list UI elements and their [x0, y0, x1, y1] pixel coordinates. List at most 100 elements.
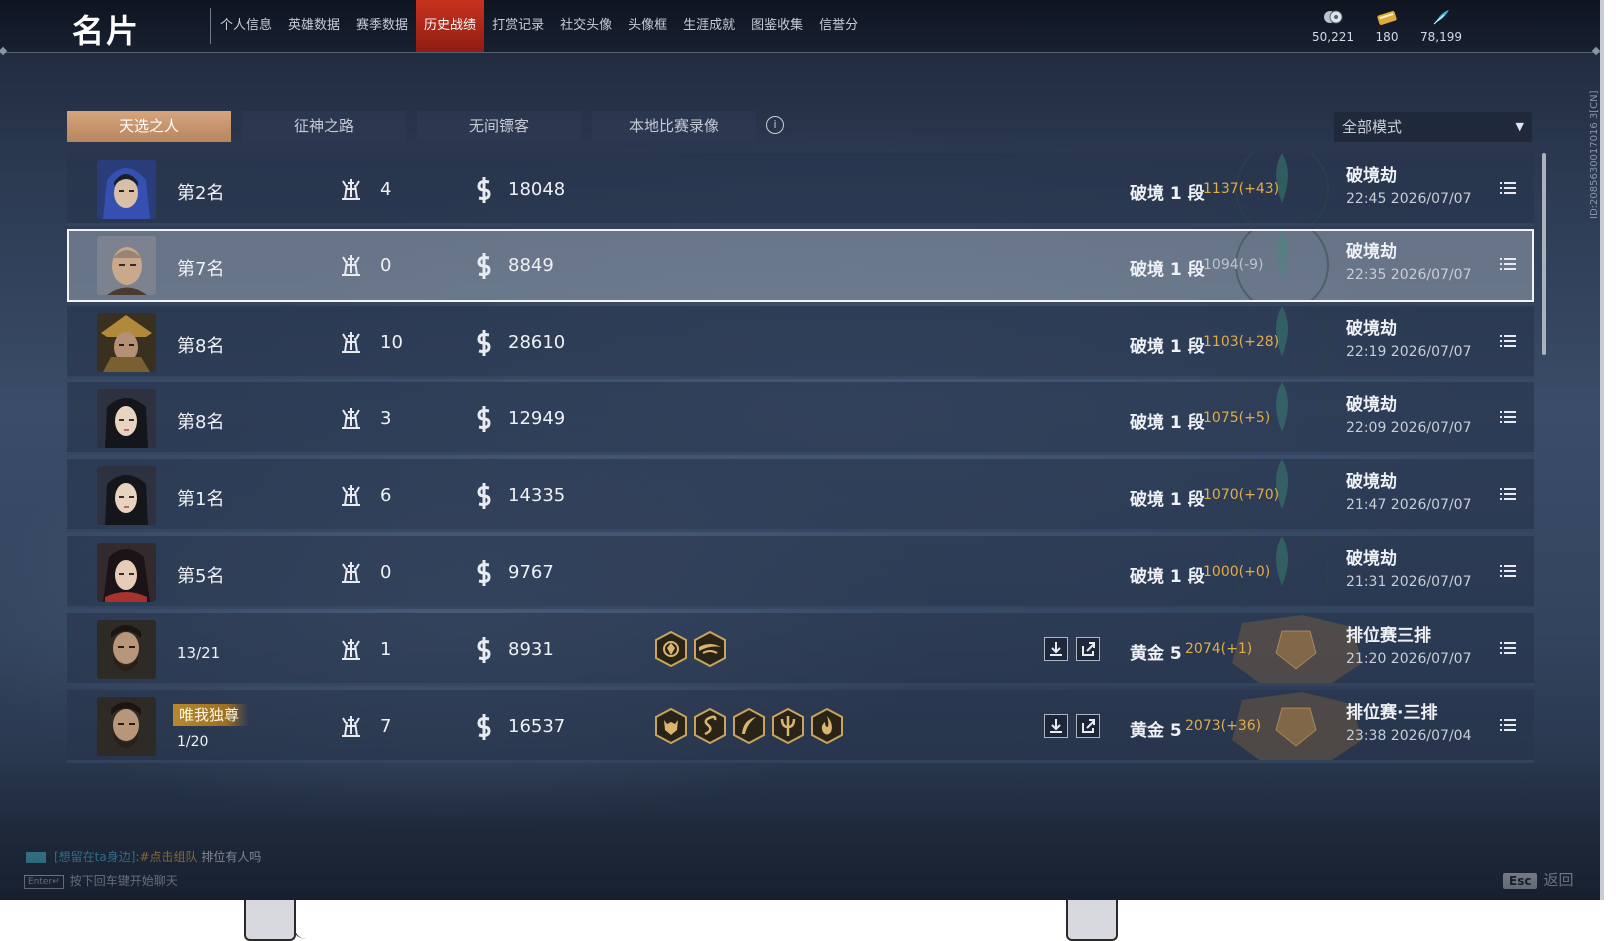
download-replay-button[interactable]	[1044, 714, 1068, 738]
tab-achievements[interactable]: 生涯成就	[675, 0, 743, 52]
match-time: 22:45 2026/07/07	[1346, 191, 1472, 207]
match-mode: 破境劫	[1346, 166, 1397, 186]
tier-name: 破境 1 段	[1130, 260, 1205, 280]
hero-avatar	[97, 466, 156, 525]
game-screen: 名片 个人信息 英雄数据 赛季数据 历史战绩 打赏记录 社交头像 头像框 生涯成…	[0, 0, 1600, 900]
match-row[interactable]: 第1名 6 14335 破境 1 段 1070(+70) 破境劫 21:47 2…	[67, 459, 1534, 532]
achievement-badges	[655, 631, 726, 667]
top-bar: 名片 个人信息 英雄数据 赛季数据 历史战绩 打赏记录 社交头像 头像框 生涯成…	[0, 0, 1600, 53]
share-button[interactable]	[1076, 637, 1100, 661]
match-row[interactable]: 第8名 3 12949 破境 1 段 1075(+5) 破境劫 22:09 20…	[67, 382, 1534, 455]
tab-collection[interactable]: 图鉴收集	[743, 0, 811, 52]
blade-badge-icon[interactable]	[733, 708, 765, 744]
tab-profile[interactable]: 个人信息	[212, 0, 280, 52]
mode-filter-value: 全部模式	[1342, 118, 1403, 136]
match-row[interactable]: 唯我独尊 1/20 7 16537 黄金 5 2073(+36) 排位赛·三排 …	[67, 690, 1534, 763]
match-rank: 第7名	[177, 259, 225, 280]
tab-season-stats[interactable]: 赛季数据	[348, 0, 416, 52]
wings-badge-icon[interactable]	[694, 631, 726, 667]
player-id: ID:2085630017016 3[CN]	[1589, 90, 1600, 219]
lion-badge-icon[interactable]	[655, 631, 687, 667]
back-button[interactable]: Esc 返回	[1503, 869, 1573, 890]
match-time: 21:20 2026/07/07	[1346, 651, 1472, 667]
kill-count: 10	[380, 332, 403, 353]
tier-score: 1094(-9)	[1203, 257, 1264, 273]
match-rank: 第2名	[177, 183, 225, 204]
match-row[interactable]: 第2名 4 18048 破境 1 段 1137(+43) 破境劫 22:45 2…	[67, 153, 1534, 226]
kills-icon	[342, 255, 360, 276]
score-icon	[477, 406, 491, 432]
details-list-icon[interactable]	[1499, 485, 1517, 503]
tier-score: 1103(+28)	[1203, 334, 1280, 350]
hero-avatar	[97, 389, 156, 448]
match-row[interactable]: 第5名 0 9767 破境 1 段 1000(+0) 破境劫 21:31 202…	[67, 536, 1534, 609]
currency-coins[interactable]: 50,221	[1303, 8, 1363, 44]
mode-filter-select[interactable]: 全部模式 ▼	[1334, 112, 1532, 142]
download-replay-button[interactable]	[1044, 637, 1068, 661]
kills-icon	[342, 332, 360, 353]
trident-badge-icon[interactable]	[772, 708, 804, 744]
match-row[interactable]: 第7名 0 8849 破境 1 段 1094(-9) 破境劫 22:35 202…	[67, 229, 1534, 302]
kill-count: 3	[380, 408, 392, 429]
tab-hero-stats[interactable]: 英雄数据	[280, 0, 348, 52]
kill-count: 1	[380, 639, 392, 660]
currency-tickets[interactable]: 180	[1357, 8, 1417, 44]
tier-score: 2073(+36)	[1185, 718, 1262, 734]
demon-badge-icon[interactable]	[655, 708, 687, 744]
match-row[interactable]: 第8名 10 28610 破境 1 段 1103(+28) 破境劫 22:19 …	[67, 306, 1534, 379]
tab-tip-records[interactable]: 打赏记录	[484, 0, 552, 52]
hero-avatar	[97, 543, 156, 602]
details-list-icon[interactable]	[1499, 332, 1517, 350]
kills-icon	[342, 639, 360, 660]
chat-message: [想留在ta身边]:#点击组队 排位有人吗	[26, 848, 261, 865]
tier-score: 1070(+70)	[1203, 487, 1280, 503]
enter-key-icon: Enter↵	[24, 874, 64, 889]
tier-name: 黄金 5	[1130, 721, 1182, 741]
kill-count: 7	[380, 716, 392, 737]
coin-count: 50,221	[1312, 30, 1354, 44]
match-row[interactable]: 13/21 1 8931 黄金 5 2074(+1) 排位赛三排 21:20 2…	[67, 613, 1534, 686]
device-frame-edge	[1600, 0, 1616, 939]
chat-team-link[interactable]: :#点击组队	[135, 850, 197, 864]
kill-count: 0	[380, 562, 392, 583]
subtab-chosen-one[interactable]: 天选之人	[67, 111, 231, 142]
info-icon[interactable]: i	[766, 116, 784, 134]
subtab-escort[interactable]: 无间镖客	[417, 111, 581, 142]
tab-avatar-frame[interactable]: 头像框	[620, 0, 675, 52]
details-list-icon[interactable]	[1499, 716, 1517, 734]
details-list-icon[interactable]	[1499, 562, 1517, 580]
match-time: 22:09 2026/07/07	[1346, 420, 1472, 436]
tier-score: 1075(+5)	[1203, 410, 1271, 426]
device-stand-leg	[244, 900, 296, 941]
match-mode: 破境劫	[1346, 319, 1397, 339]
match-mode: 破境劫	[1346, 549, 1397, 569]
details-list-icon[interactable]	[1499, 179, 1517, 197]
list-scrollbar[interactable]	[1542, 153, 1546, 355]
match-mode: 破境劫	[1346, 472, 1397, 492]
details-list-icon[interactable]	[1499, 255, 1517, 273]
match-rank: 第5名	[177, 566, 225, 587]
subtab-local-replays[interactable]: 本地比赛录像	[592, 111, 756, 142]
chat-input-hint[interactable]: Enter↵ 按下回车键开始聊天	[24, 872, 178, 889]
tab-social-avatar[interactable]: 社交头像	[552, 0, 620, 52]
flame-badge-icon[interactable]	[811, 708, 843, 744]
currency-feathers[interactable]: 78,199	[1411, 8, 1471, 44]
share-button[interactable]	[1076, 714, 1100, 738]
tier-name: 破境 1 段	[1130, 567, 1205, 587]
details-list-icon[interactable]	[1499, 639, 1517, 657]
subtab-god-path[interactable]: 征神之路	[242, 111, 406, 142]
match-mode: 破境劫	[1346, 395, 1397, 415]
hero-avatar	[97, 160, 156, 219]
tab-reputation[interactable]: 信誉分	[811, 0, 866, 52]
tier-name: 破境 1 段	[1130, 184, 1205, 204]
kills-icon	[342, 562, 360, 583]
match-score: 16537	[508, 716, 566, 737]
tab-match-history[interactable]: 历史战绩	[416, 0, 485, 52]
dragon-badge-icon[interactable]	[694, 708, 726, 744]
chat-channel[interactable]: [想留在ta身边]	[54, 850, 135, 864]
score-icon	[477, 177, 491, 203]
score-icon	[477, 714, 491, 740]
score-icon	[477, 483, 491, 509]
page-title: 名片	[72, 12, 141, 50]
details-list-icon[interactable]	[1499, 408, 1517, 426]
